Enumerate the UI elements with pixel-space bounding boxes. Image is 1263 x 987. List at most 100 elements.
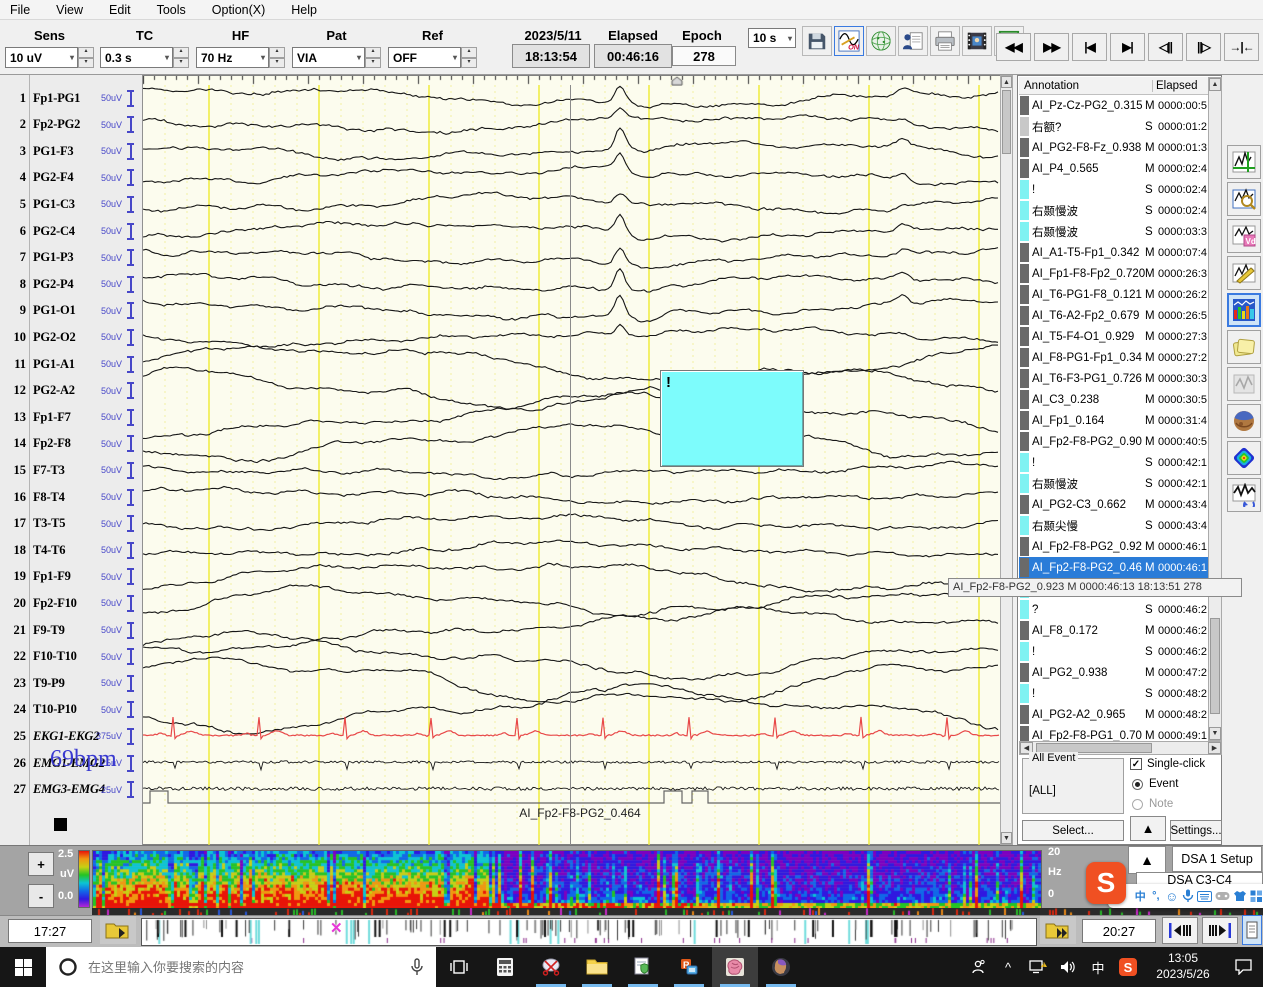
note-list-toggle-button[interactable]: [1242, 915, 1262, 945]
channel-label-row[interactable]: 19Fp1-F950uV: [0, 566, 143, 588]
annotation-row[interactable]: AI_Fp1-F8-Fp2_0.720M0000:26:3: [1019, 263, 1208, 284]
channel-label-row[interactable]: 15F7-T350uV: [0, 459, 143, 481]
dsa-setup-button[interactable]: DSA 1 Setup: [1172, 846, 1262, 872]
annotation-list[interactable]: AI_Pz-Cz-PG2_0.315M0000:00:5右额?S0000:01:…: [1019, 95, 1208, 741]
page-duration-select[interactable]: 10 s ▾: [748, 28, 796, 48]
calculator-app-button[interactable]: [482, 947, 528, 987]
annotation-row[interactable]: !S0000:42:1: [1019, 452, 1208, 473]
sogou-logo-icon[interactable]: S: [1086, 862, 1126, 904]
channel-label-row[interactable]: 14Fp2-F850uV: [0, 433, 143, 455]
soft-keyboard-icon[interactable]: [1197, 888, 1212, 904]
channel-label-row[interactable]: 8PG2-P450uV: [0, 273, 143, 295]
jump-end-button[interactable]: ▶|: [1110, 33, 1145, 61]
channel-label-row[interactable]: 16F8-T450uV: [0, 486, 143, 508]
event-note-popup[interactable]: !: [660, 370, 804, 467]
game-mode-icon[interactable]: [1215, 888, 1230, 904]
task-view-button[interactable]: [436, 947, 482, 987]
menu-item-file[interactable]: File: [10, 3, 30, 17]
taskbar-search-box[interactable]: [46, 947, 436, 987]
spin-up-icon[interactable]: ▴: [461, 47, 477, 58]
voice-input-icon[interactable]: [1181, 888, 1194, 904]
scroll-up-icon[interactable]: ▲: [1001, 76, 1012, 88]
single-click-label[interactable]: Single-click: [1147, 758, 1205, 770]
action-center-button[interactable]: [1223, 947, 1263, 987]
annotation-row[interactable]: 右颞慢波S0000:02:4: [1019, 200, 1208, 221]
channel-label-row[interactable]: 13Fp1-F750uV: [0, 406, 143, 428]
ime-indicator[interactable]: 中: [1083, 947, 1113, 987]
menu-item-view[interactable]: View: [56, 3, 83, 17]
prev-event-button[interactable]: [1162, 917, 1198, 944]
taskbar-clock[interactable]: 13:05 2023/5/26: [1143, 951, 1223, 982]
annotation-row[interactable]: AI_Pz-Cz-PG2_0.315M0000:00:5: [1019, 95, 1208, 116]
channel-label-row[interactable]: 27EMG3-EMG425uV: [0, 779, 143, 801]
sogou-tray-icon[interactable]: S: [1113, 947, 1143, 987]
channel-label-row[interactable]: 22F10-T1050uV: [0, 646, 143, 668]
annotation-row[interactable]: AI_T6-F3-PG1_0.726M0000:30:3: [1019, 368, 1208, 389]
dsa-spectrogram[interactable]: [92, 850, 1042, 910]
channel-label-row[interactable]: 9PG1-O150uV: [0, 300, 143, 322]
wave-zoom-button[interactable]: [1227, 182, 1261, 216]
scroll-right-icon[interactable]: ▶: [1208, 742, 1221, 754]
select-button[interactable]: Select...: [1022, 820, 1124, 841]
setting-select-ref[interactable]: OFF▾: [388, 47, 461, 68]
annotation-row[interactable]: AI_F8_0.172M0000:46:2: [1019, 620, 1208, 641]
annotation-row[interactable]: AI_C3_0.238M0000:30:5: [1019, 389, 1208, 410]
spin-up-icon[interactable]: ▴: [365, 47, 381, 58]
channel-label-row[interactable]: 24T10-P1050uV: [0, 699, 143, 721]
emoji-icon[interactable]: ☺: [1165, 888, 1178, 904]
dsa-button[interactable]: [1227, 293, 1261, 327]
annotation-row[interactable]: AI_Fp1_0.164M0000:31:4: [1019, 410, 1208, 431]
single-click-checkbox[interactable]: ✓: [1130, 758, 1142, 770]
channel-label-row[interactable]: 25EKG1-EKG2375uV: [0, 725, 143, 747]
event-radio[interactable]: [1132, 779, 1143, 790]
brain-3d-button[interactable]: [1227, 404, 1261, 438]
skin-icon[interactable]: [1233, 888, 1247, 904]
annotation-row[interactable]: AI_T6-PG1-F8_0.121M0000:26:2: [1019, 284, 1208, 305]
annotation-row[interactable]: AI_Fp2-F8-PG2_0.90M0000:40:5: [1019, 431, 1208, 452]
annotation-vertical-scrollbar[interactable]: ▲ ▼: [1208, 77, 1222, 741]
menu-item-edit[interactable]: Edit: [109, 3, 131, 17]
setting-spinner-pat[interactable]: ▴▾: [365, 47, 381, 68]
note-radio-label[interactable]: Note: [1149, 798, 1173, 810]
video-button[interactable]: [962, 26, 992, 56]
annotation-row[interactable]: AI_Fp2-F8-PG2_0.92M0000:46:1: [1019, 536, 1208, 557]
patient-info-button[interactable]: [898, 26, 928, 56]
annotation-row[interactable]: AI_PG2_0.938M0000:47:2: [1019, 662, 1208, 683]
map-button[interactable]: [866, 26, 896, 56]
channel-label-row[interactable]: 20Fp2-F1050uV: [0, 592, 143, 614]
annotation-row[interactable]: !S0000:48:2: [1019, 683, 1208, 704]
search-input[interactable]: [88, 960, 400, 975]
annotation-row[interactable]: ?S0000:46:2: [1019, 599, 1208, 620]
setting-select-pat[interactable]: VIA▾: [292, 47, 365, 68]
spin-up-icon[interactable]: ▴: [173, 47, 189, 58]
marker-triangle-button[interactable]: ▲: [1130, 816, 1166, 841]
channel-label-row[interactable]: 5PG1-C350uV: [0, 193, 143, 215]
punctuation-icon[interactable]: °,: [1150, 888, 1163, 904]
setting-spinner-hf[interactable]: ▴▾: [269, 47, 285, 68]
menu-item-help[interactable]: Help: [291, 3, 317, 17]
annotation-row[interactable]: 右颞慢波S0000:42:1: [1019, 473, 1208, 494]
annotation-row[interactable]: AI_T5-F4-O1_0.929M0000:27:3: [1019, 326, 1208, 347]
channel-label-row[interactable]: 23T9-P950uV: [0, 672, 143, 694]
event-radio-label[interactable]: Event: [1149, 778, 1178, 790]
annotation-row[interactable]: 右颞尖慢S0000:43:4: [1019, 515, 1208, 536]
notes-button[interactable]: [1227, 330, 1261, 364]
file-explorer-button[interactable]: [574, 947, 620, 987]
ime-mode-icon[interactable]: 中: [1134, 888, 1147, 904]
channel-label-row[interactable]: 10PG2-O250uV: [0, 326, 143, 348]
menu-item-optionx[interactable]: Option(X): [212, 3, 266, 17]
channel-label-row[interactable]: 17T3-T550uV: [0, 513, 143, 535]
setting-spinner-ref[interactable]: ▴▾: [461, 47, 477, 68]
print-button[interactable]: [930, 26, 960, 56]
event-timeline-bar[interactable]: [141, 918, 1037, 946]
start-button[interactable]: [0, 947, 46, 987]
eeg-review-app-button[interactable]: [712, 947, 758, 987]
spin-down-icon[interactable]: ▾: [78, 58, 94, 69]
network-icon[interactable]: !: [1023, 947, 1053, 987]
annotation-row[interactable]: !S0000:02:4: [1019, 179, 1208, 200]
channel-label-row[interactable]: 21F9-T950uV: [0, 619, 143, 641]
channel-label-row[interactable]: 2Fp2-PG250uV: [0, 114, 143, 136]
channel-label-row[interactable]: 18T4-T650uV: [0, 539, 143, 561]
spin-down-icon[interactable]: ▾: [269, 58, 285, 69]
annotation-column-header[interactable]: Annotation: [1019, 80, 1152, 92]
